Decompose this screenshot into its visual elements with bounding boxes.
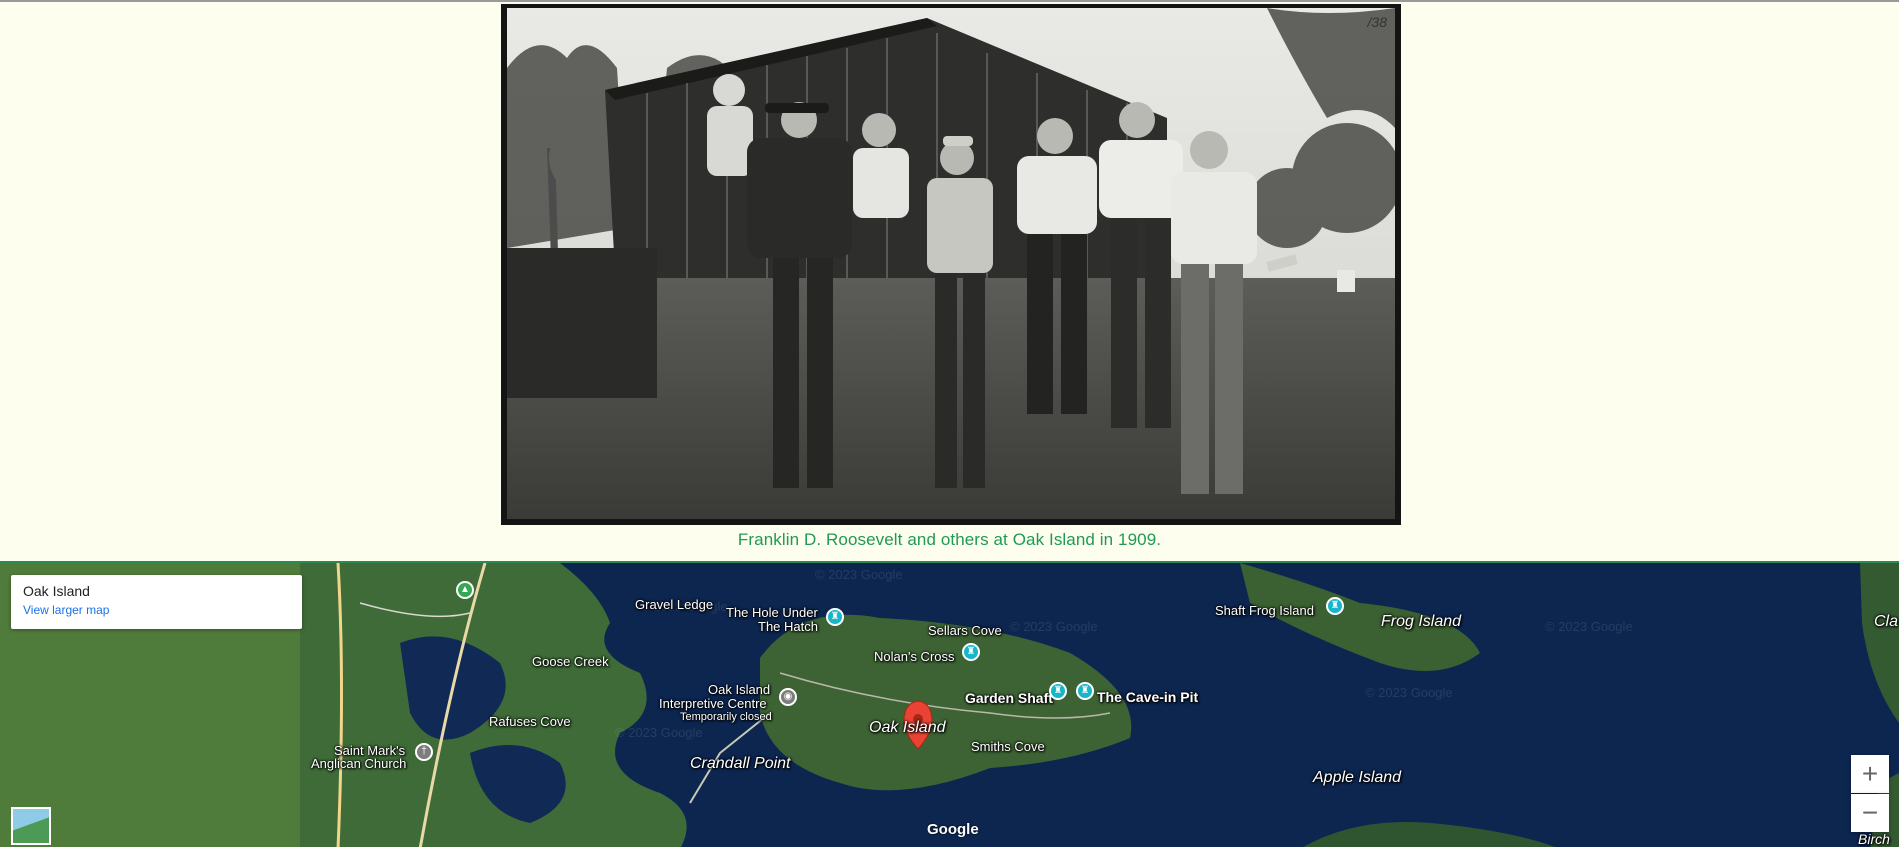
photo-caption: Franklin D. Roosevelt and others at Oak … bbox=[737, 530, 1162, 549]
zoom-out-button[interactable]: − bbox=[1851, 794, 1889, 832]
label-oak-island[interactable]: Oak Island bbox=[869, 719, 945, 737]
top-border bbox=[0, 0, 1899, 2]
map-place-title: Oak Island bbox=[23, 583, 90, 599]
museum-pin-icon[interactable]: ♜ bbox=[1326, 597, 1344, 615]
google-logo: Google bbox=[927, 821, 979, 838]
zoom-in-button[interactable]: + bbox=[1851, 755, 1889, 793]
label-sellars-cove[interactable]: Sellars Cove bbox=[928, 623, 1002, 638]
label-birch[interactable]: Birch bbox=[1858, 831, 1890, 847]
church-pin-icon[interactable]: † bbox=[415, 743, 433, 761]
historic-photo: /38 bbox=[501, 4, 1401, 525]
label-hole-under[interactable]: The Hole Under bbox=[726, 605, 818, 620]
museum-pin-icon[interactable]: ♜ bbox=[1076, 682, 1094, 700]
label-cla[interactable]: Cla bbox=[1874, 613, 1898, 631]
map-info-card: Oak Island View larger map bbox=[11, 575, 302, 629]
map-layer-toggle[interactable] bbox=[11, 807, 51, 845]
label-frog-island[interactable]: Frog Island bbox=[1381, 613, 1461, 631]
label-interpretive-1[interactable]: Oak Island bbox=[708, 682, 770, 697]
label-hole-under-2[interactable]: The Hatch bbox=[758, 619, 818, 634]
photo-image bbox=[507, 8, 1395, 519]
map-watermark: © 2023 Google bbox=[1545, 619, 1633, 634]
label-shaft-frog-island[interactable]: Shaft Frog Island bbox=[1215, 603, 1314, 618]
label-cave-in-pit[interactable]: The Cave-in Pit bbox=[1097, 689, 1198, 705]
label-crandall-point[interactable]: Crandall Point bbox=[690, 755, 791, 773]
museum-pin-icon[interactable]: ♜ bbox=[962, 643, 980, 661]
label-smiths-cove[interactable]: Smiths Cove bbox=[971, 739, 1045, 754]
label-interpretive-2[interactable]: Interpretive Centre bbox=[659, 696, 767, 711]
museum-pin-icon[interactable]: ♜ bbox=[826, 608, 844, 626]
label-nolans-cross[interactable]: Nolan's Cross bbox=[874, 649, 955, 664]
park-pin-icon[interactable]: ▲ bbox=[456, 581, 474, 599]
camera-pin-icon[interactable]: ◉ bbox=[779, 688, 797, 706]
label-apple-island[interactable]: Apple Island bbox=[1313, 769, 1401, 787]
view-larger-map-link[interactable]: View larger map bbox=[23, 603, 290, 617]
map-watermark: © 2023 Google bbox=[1010, 619, 1098, 634]
label-goose-creek[interactable]: Goose Creek bbox=[532, 654, 609, 669]
label-gravel-ledge[interactable]: Gravel Ledge bbox=[635, 597, 713, 612]
label-garden-shaft[interactable]: Garden Shaft bbox=[965, 690, 1053, 706]
museum-pin-icon[interactable]: ♜ bbox=[1049, 682, 1067, 700]
map-watermark: © 2023 Google bbox=[815, 567, 903, 582]
photo-corner-mark: /38 bbox=[1367, 14, 1387, 30]
label-rafuses-cove[interactable]: Rafuses Cove bbox=[489, 714, 571, 729]
embedded-map[interactable]: © 2023 Google © 2023 Google © 2023 Googl… bbox=[0, 561, 1899, 847]
label-saint-marks-2[interactable]: Anglican Church bbox=[311, 756, 406, 771]
map-watermark: © 2023 Google bbox=[615, 725, 703, 740]
label-interpretive-3: Temporarily closed bbox=[680, 711, 772, 723]
map-watermark: © 2023 Google bbox=[1365, 685, 1453, 700]
